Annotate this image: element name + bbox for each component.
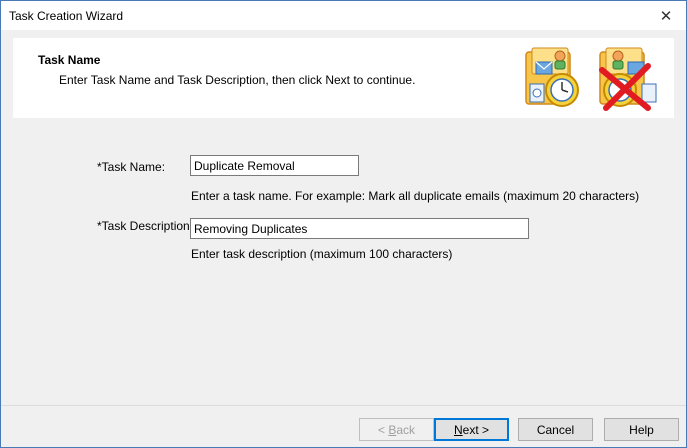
help-button[interactable]: Help: [604, 418, 679, 441]
task-description-input[interactable]: [190, 218, 529, 239]
window-title: Task Creation Wizard: [9, 9, 124, 23]
task-name-label: *Task Name:: [97, 160, 166, 174]
task-description-hint: Enter task description (maximum 100 char…: [191, 247, 453, 261]
close-icon[interactable]: ✕: [646, 1, 686, 30]
title-bar[interactable]: Task Creation Wizard ✕: [1, 1, 686, 30]
task-creation-wizard-window: Task Creation Wizard ✕ Task Name Enter T…: [0, 0, 687, 448]
next-button[interactable]: Next >: [434, 418, 509, 441]
delete-task-icon: [599, 47, 657, 111]
back-button[interactable]: < Back: [359, 418, 434, 441]
back-button-rest: ack: [396, 422, 416, 437]
header-illustration: [525, 47, 657, 111]
wizard-header-panel: Task Name Enter Task Name and Task Descr…: [13, 38, 674, 118]
next-button-rest: ext >: [462, 422, 490, 437]
step-instructions: Enter Task Name and Task Description, th…: [59, 73, 416, 87]
back-button-prefix: <: [377, 422, 389, 437]
back-button-accesskey: B: [388, 422, 397, 437]
mail-task-icon: [525, 47, 579, 107]
next-button-accesskey: N: [453, 422, 463, 437]
cancel-button[interactable]: Cancel: [518, 418, 593, 441]
footer-separator: [1, 405, 686, 406]
task-description-label: *Task Description:: [97, 219, 194, 233]
step-title: Task Name: [38, 53, 101, 67]
task-name-hint: Enter a task name. For example: Mark all…: [191, 189, 640, 203]
task-name-input[interactable]: [190, 155, 359, 176]
